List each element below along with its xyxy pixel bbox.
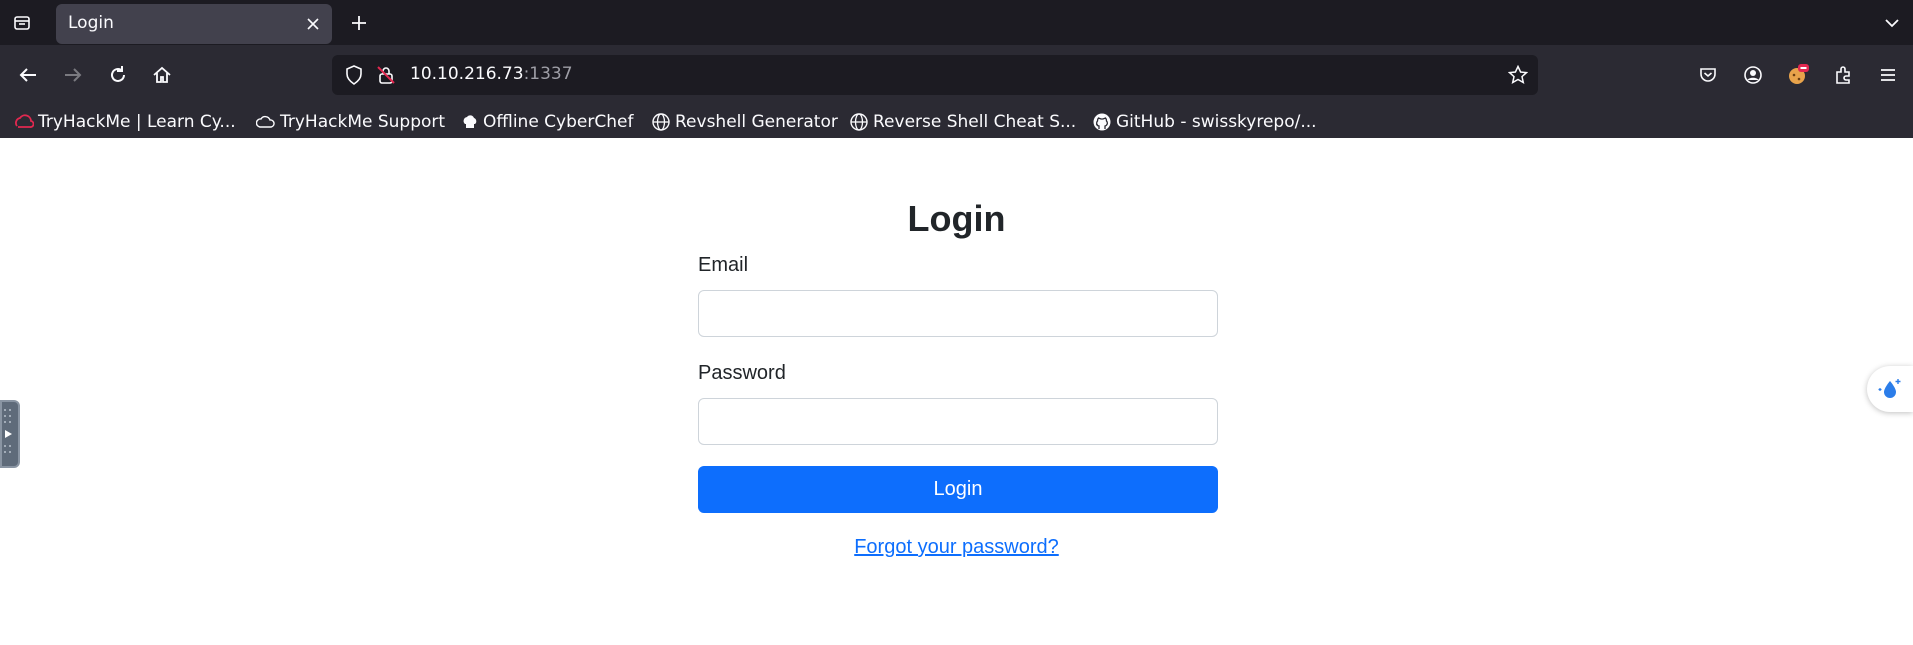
extension-cookie-icon[interactable] bbox=[1785, 62, 1811, 88]
github-icon bbox=[1093, 113, 1111, 131]
hamburger-menu-icon[interactable] bbox=[1875, 62, 1901, 88]
reload-icon[interactable] bbox=[105, 62, 131, 88]
bookmark-label: GitHub - swisskyrepo/... bbox=[1116, 112, 1317, 132]
forward-arrow-icon[interactable] bbox=[60, 62, 86, 88]
list-all-tabs-chevron-icon[interactable] bbox=[1881, 12, 1903, 34]
navigation-toolbar: 10.10.216.73:1337 bbox=[0, 45, 1913, 105]
password-field[interactable] bbox=[698, 398, 1218, 445]
bookmark-label: Revshell Generator bbox=[675, 112, 838, 132]
bookmark-revshell-generator[interactable]: Revshell Generator bbox=[651, 110, 838, 134]
forgot-password-link[interactable]: Forgot your password? bbox=[854, 536, 1059, 558]
bookmarks-toolbar: TryHackMe | Learn Cy... TryHackMe Suppor… bbox=[0, 105, 1913, 138]
sidebar-drag-handle[interactable] bbox=[0, 400, 20, 468]
floating-extension-droplet-icon[interactable] bbox=[1867, 366, 1913, 412]
password-label: Password bbox=[698, 362, 786, 384]
tab-strip: Login bbox=[0, 0, 1913, 45]
bookmark-github-swisskyrepo[interactable]: GitHub - swisskyrepo/... bbox=[1092, 110, 1317, 134]
globe-icon bbox=[652, 113, 670, 131]
bookmark-label: Reverse Shell Cheat S... bbox=[873, 112, 1077, 132]
firefox-view-icon[interactable] bbox=[10, 11, 34, 35]
bookmark-tryhackme-support[interactable]: TryHackMe Support bbox=[256, 110, 445, 134]
pocket-icon[interactable] bbox=[1695, 62, 1721, 88]
bookmark-star-icon[interactable] bbox=[1506, 63, 1530, 87]
email-label: Email bbox=[698, 254, 749, 276]
bookmark-label: TryHackMe Support bbox=[280, 112, 446, 132]
page-title: Login bbox=[907, 198, 1006, 239]
insecure-lock-icon[interactable] bbox=[374, 63, 398, 87]
browser-chrome: Login 10.10.216.73:1337 TryHackMe | Lear… bbox=[0, 0, 1913, 138]
account-icon[interactable] bbox=[1740, 62, 1766, 88]
home-icon[interactable] bbox=[149, 62, 175, 88]
bookmark-offline-cyberchef[interactable]: Offline CyberChef bbox=[461, 110, 633, 134]
new-tab-plus-icon[interactable] bbox=[348, 12, 370, 34]
address-bar[interactable]: 10.10.216.73:1337 bbox=[332, 55, 1538, 95]
tracking-protection-shield-icon[interactable] bbox=[342, 63, 366, 87]
url-text: 10.10.216.73:1337 bbox=[410, 64, 573, 84]
chef-hat-icon bbox=[463, 115, 477, 128]
back-arrow-icon[interactable] bbox=[15, 62, 41, 88]
bookmark-label: Offline CyberChef bbox=[483, 112, 634, 132]
forgot-password-container: Forgot your password? bbox=[0, 536, 1913, 559]
bookmark-label: TryHackMe | Learn Cy... bbox=[38, 112, 236, 132]
tryhackme-icon bbox=[15, 114, 34, 128]
page-content: Login Email Password Login Forgot your p… bbox=[0, 138, 1913, 645]
bookmark-tryhackme[interactable]: TryHackMe | Learn Cy... bbox=[14, 110, 236, 134]
tab-close-icon[interactable] bbox=[302, 13, 324, 35]
login-button[interactable]: Login bbox=[698, 466, 1218, 513]
globe-icon bbox=[850, 113, 868, 131]
url-port: :1337 bbox=[523, 64, 573, 84]
url-host: 10.10.216.73 bbox=[410, 64, 524, 84]
tab-title: Login bbox=[68, 13, 114, 33]
cloud-icon bbox=[256, 115, 275, 128]
tab-login[interactable]: Login bbox=[56, 4, 332, 44]
bookmark-reverse-shell-cheat[interactable]: Reverse Shell Cheat S... bbox=[849, 110, 1076, 134]
email-field[interactable] bbox=[698, 290, 1218, 337]
extensions-puzzle-icon[interactable] bbox=[1830, 62, 1856, 88]
